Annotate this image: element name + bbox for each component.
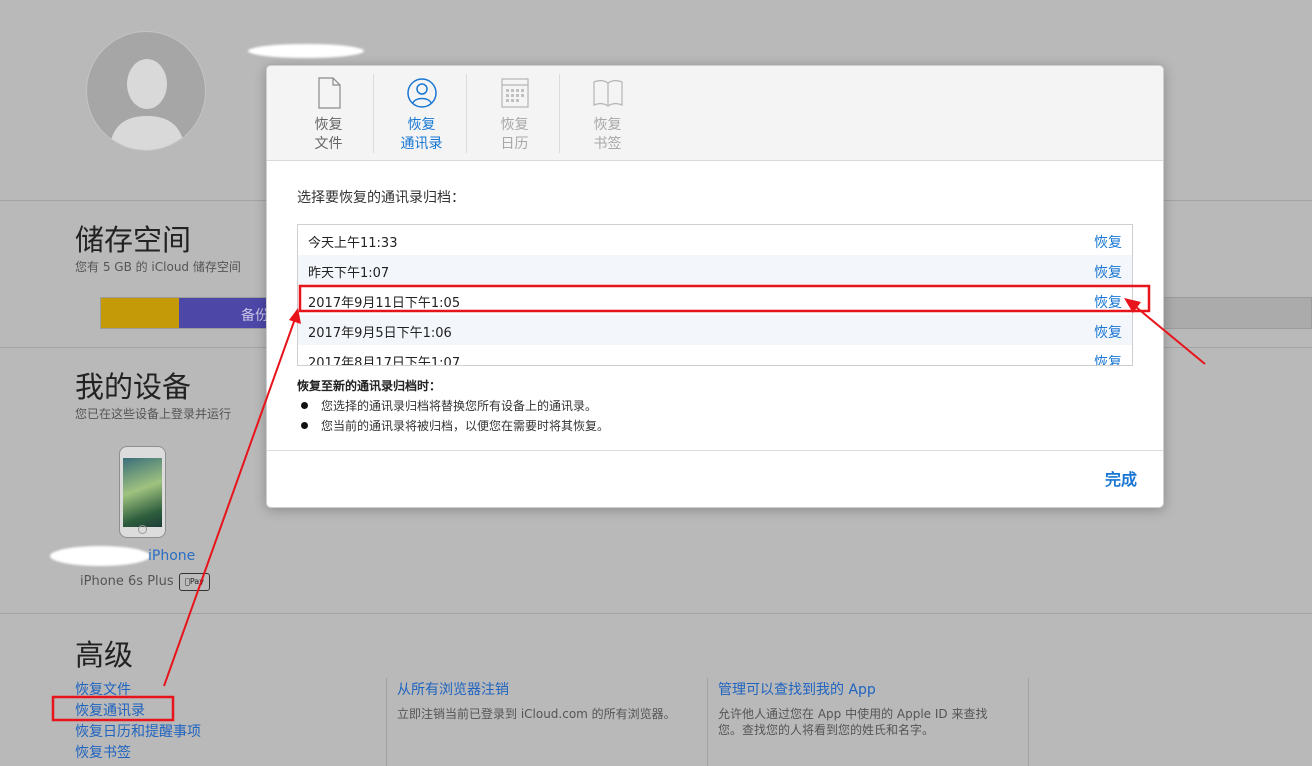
tab-restore-calendars[interactable]: 恢复 日历	[468, 66, 561, 161]
tab-divider	[559, 74, 560, 153]
bullet-text: 您当前的通讯录将被归档，以便您在需要时将其恢复。	[321, 419, 610, 433]
restore-tabs: 恢复 文件 恢复 通讯录 恢复 日历 恢复 书签	[267, 66, 1163, 161]
tab-label-line2: 通讯录	[400, 136, 443, 152]
archive-row: 2017年9月11日下午1:05 恢复	[298, 285, 1132, 315]
storage-segment-label: 备份	[241, 308, 269, 324]
redaction-scribble	[50, 546, 150, 566]
archive-row: 昨天下午1:07 恢复	[298, 255, 1132, 285]
advanced-title: 高级	[75, 638, 134, 672]
device-model: iPhone 6s Plus	[80, 574, 174, 589]
archive-prompt: 选择要恢复的通讯录归档：	[297, 190, 465, 206]
tab-divider	[466, 74, 467, 153]
contacts-icon	[407, 78, 437, 108]
manage-find-me-desc-1: 允许他人通过您在 App 中使用的 Apple ID 来查找	[718, 707, 988, 721]
bullet-icon	[301, 422, 308, 429]
devices-subtitle: 您已在这些设备上登录并运行	[75, 407, 232, 421]
manage-find-me-link[interactable]: 管理可以查找到我的 App	[718, 679, 876, 699]
storage-title: 储存空间	[75, 223, 192, 257]
restore-dialog: 恢复 文件 恢复 通讯录 恢复 日历 恢复 书签 选择要恢复的通讯录归档： 今天…	[266, 65, 1164, 508]
storage-subtitle: 您有 5 GB 的 iCloud 储存空间	[75, 260, 241, 274]
archive-date: 2017年9月5日下午1:06	[308, 326, 452, 341]
bullet-icon	[301, 402, 308, 409]
tab-restore-files[interactable]: 恢复 文件	[282, 66, 375, 161]
done-button[interactable]: 完成	[1105, 466, 1137, 490]
restore-contacts-link[interactable]: 恢复通讯录	[75, 700, 145, 720]
tab-label-line2: 日历	[500, 136, 529, 152]
archive-date: 2017年9月11日下午1:05	[308, 296, 461, 311]
phone-screen	[123, 458, 162, 527]
archive-restore-button[interactable]: 恢复	[1094, 232, 1122, 252]
storage-segment-other	[101, 298, 179, 328]
archive-row: 2017年8月17日下午1:07 恢复	[298, 345, 1132, 366]
archive-restore-button[interactable]: 恢复	[1094, 262, 1122, 282]
apple-pay-badge: Pay	[179, 573, 210, 591]
column-divider	[1028, 678, 1029, 766]
section-divider	[0, 613, 1312, 614]
tab-label-line1: 恢复	[407, 117, 436, 133]
tab-label-line1: 恢复	[593, 117, 622, 133]
sign-out-browsers-link[interactable]: 从所有浏览器注销	[397, 679, 509, 699]
document-icon	[318, 77, 341, 109]
tab-restore-bookmarks[interactable]: 恢复 书签	[561, 66, 654, 161]
archive-date: 昨天下午1:07	[308, 266, 390, 281]
archive-date: 2017年8月17日下午1:07	[308, 356, 461, 366]
sign-out-browsers-desc: 立即注销当前已登录到 iCloud.com 的所有浏览器。	[397, 707, 676, 721]
restore-bookmarks-link[interactable]: 恢复书签	[75, 742, 131, 762]
book-icon	[593, 80, 623, 107]
restore-files-link[interactable]: 恢复文件	[75, 679, 131, 699]
restore-note-bullet: 您当前的通讯录将被归档，以便您在需要时将其恢复。	[301, 417, 609, 434]
archive-row: 今天上午11:33 恢复	[298, 225, 1132, 255]
device-name-link[interactable]: iPhone	[148, 548, 195, 564]
home-button-icon	[138, 525, 147, 534]
column-divider	[707, 678, 708, 766]
restore-note-bullet: 您选择的通讯录归档将替换您所有设备上的通讯录。	[301, 397, 597, 414]
devices-title: 我的设备	[75, 370, 192, 404]
tab-label-line2: 书签	[593, 136, 622, 152]
restore-note-title: 恢复至新的通讯录归档时：	[297, 379, 442, 393]
tab-label-line1: 恢复	[314, 117, 343, 133]
column-divider	[386, 678, 387, 766]
archive-restore-button[interactable]: 恢复	[1094, 352, 1122, 365]
apple-pay-label: Pay	[187, 577, 204, 586]
tab-restore-contacts[interactable]: 恢复 通讯录	[375, 66, 468, 161]
restore-calendars-link[interactable]: 恢复日历和提醒事项	[75, 721, 201, 741]
archive-row: 2017年9月5日下午1:06 恢复	[298, 315, 1132, 345]
tab-divider	[373, 74, 374, 153]
tab-label-line2: 文件	[314, 136, 343, 152]
archive-date: 今天上午11:33	[308, 236, 398, 251]
avatar	[86, 31, 206, 151]
calendar-icon	[501, 78, 529, 108]
manage-find-me-desc-2: 您。查找您的人将看到您的姓氏和名字。	[718, 723, 935, 737]
person-silhouette-icon	[109, 59, 185, 150]
archive-restore-button[interactable]: 恢复	[1094, 322, 1122, 342]
bullet-text: 您选择的通讯录归档将替换您所有设备上的通讯录。	[321, 399, 598, 413]
archive-list[interactable]: 今天上午11:33 恢复 昨天下午1:07 恢复 2017年9月11日下午1:0…	[297, 224, 1133, 366]
redaction-scribble	[248, 44, 364, 58]
iphone-image[interactable]	[119, 446, 166, 538]
tab-label-line1: 恢复	[500, 117, 529, 133]
dialog-footer-divider	[267, 450, 1163, 451]
archive-restore-button[interactable]: 恢复	[1094, 292, 1122, 312]
